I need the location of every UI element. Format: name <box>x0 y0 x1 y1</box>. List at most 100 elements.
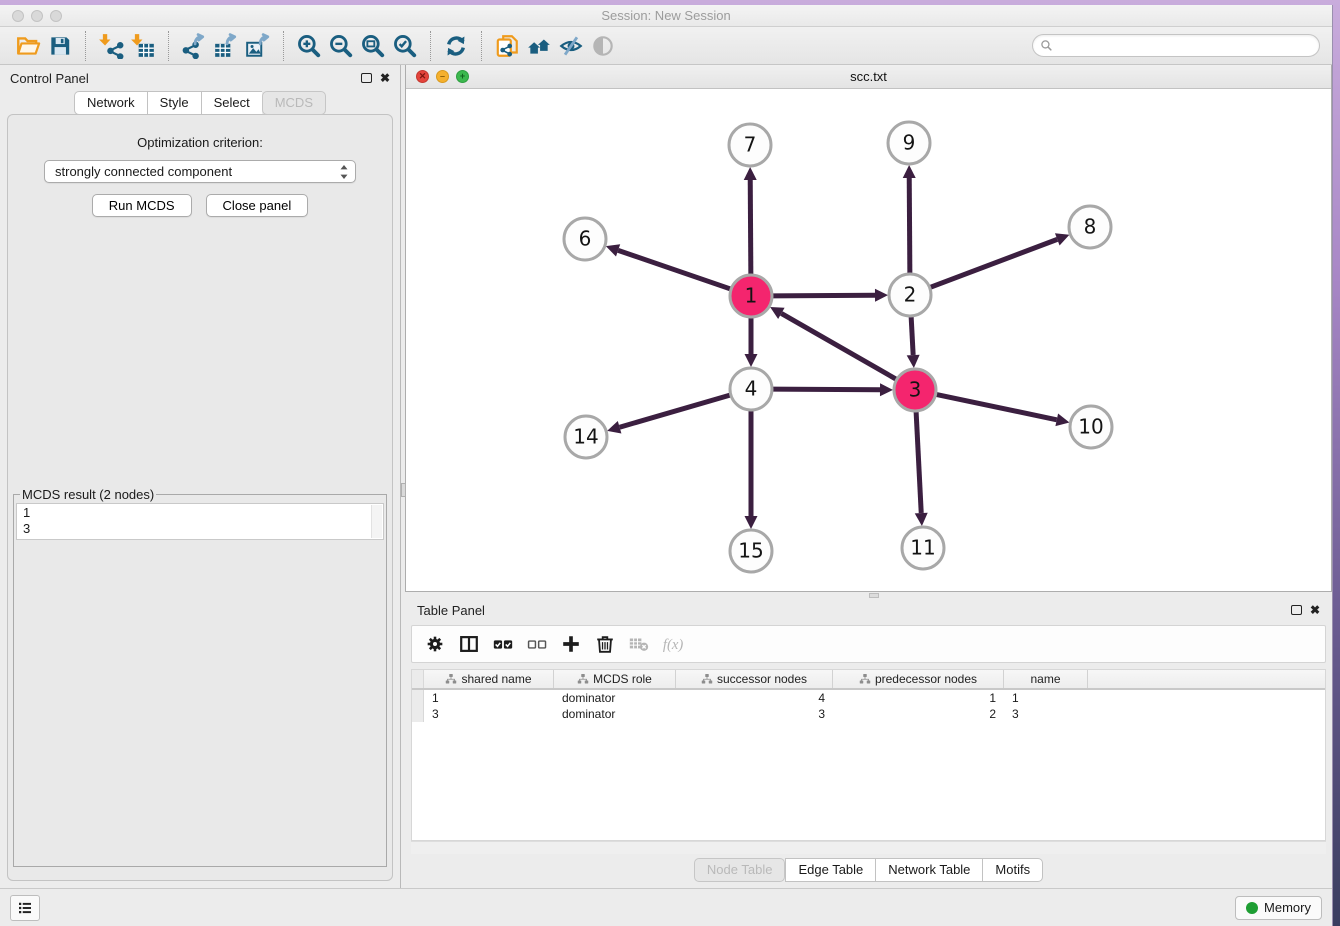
horizontal-splitter[interactable] <box>405 592 1332 598</box>
graph-edge-1-2[interactable] <box>772 295 875 296</box>
delete-table-icon[interactable] <box>624 630 654 658</box>
hide-selected-icon[interactable] <box>555 31 587 61</box>
table-cell[interactable]: 4 <box>676 690 833 706</box>
graph-edge-2-9[interactable] <box>909 178 910 274</box>
column-header-successor-nodes[interactable]: successor nodes <box>676 670 833 688</box>
graph-edge-3-11[interactable] <box>916 411 921 513</box>
table-cell[interactable]: 2 <box>833 706 1004 722</box>
zoom-out-icon[interactable] <box>325 31 357 61</box>
graph-node-label: 10 <box>1078 415 1103 439</box>
graph-node-label: 8 <box>1084 215 1097 239</box>
network-minimize-button[interactable]: – <box>436 70 449 83</box>
graph-edge-2-3[interactable] <box>911 316 913 355</box>
show-all-icon[interactable] <box>587 31 619 61</box>
close-panel-button[interactable]: Close panel <box>206 194 309 217</box>
table-toolbar: f(x) <box>411 625 1326 663</box>
graph-edge-arrow <box>607 421 621 433</box>
graph-node-label: 11 <box>910 536 935 560</box>
graph-edge-4-14[interactable] <box>620 395 731 427</box>
network-window-title: scc.txt <box>406 69 1331 84</box>
export-table-icon <box>213 33 239 59</box>
tab-network[interactable]: Network <box>74 91 147 115</box>
zoom-selected-icon[interactable] <box>389 31 421 61</box>
graph-edge-4-3[interactable] <box>772 389 880 390</box>
function-builder-icon[interactable]: f(x) <box>658 630 688 658</box>
deselect-all-icon[interactable] <box>522 630 552 658</box>
first-neighbors-icon[interactable] <box>523 31 555 61</box>
open-session-icon <box>15 33 41 59</box>
column-header-predecessor-nodes[interactable]: predecessor nodes <box>833 670 1004 688</box>
apply-layout-icon[interactable] <box>440 31 472 61</box>
optimization-criterion-select[interactable]: strongly connected component <box>44 160 356 183</box>
graph-node-label: 7 <box>744 133 757 157</box>
table-cell[interactable]: 1 <box>424 690 554 706</box>
zoom-in-icon[interactable] <box>293 31 325 61</box>
tab-select[interactable]: Select <box>201 91 262 115</box>
tree-attr-icon <box>701 673 713 685</box>
graph-edge-arrow <box>903 165 916 178</box>
memory-button[interactable]: Memory <box>1235 896 1322 920</box>
table-hscrollbar[interactable] <box>411 841 1326 854</box>
graph-node-label: 4 <box>745 377 758 401</box>
svg-text:f(x): f(x) <box>663 637 683 653</box>
network-maximize-button[interactable]: + <box>456 70 469 83</box>
table-cell[interactable]: 3 <box>676 706 833 722</box>
table-row[interactable]: 1dominator411 <box>412 690 1325 706</box>
float-panel-icon[interactable] <box>361 73 372 83</box>
table-cell[interactable]: 3 <box>1004 706 1088 722</box>
duplicate-network-icon <box>494 33 520 59</box>
tab-network-table[interactable]: Network Table <box>875 858 982 882</box>
vertical-splitter[interactable] <box>400 65 405 888</box>
graph-edge-3-1[interactable] <box>781 313 896 379</box>
table-cell[interactable]: 1 <box>1004 690 1088 706</box>
column-header-shared-name[interactable]: shared name <box>424 670 554 688</box>
network-close-button[interactable]: ✕ <box>416 70 429 83</box>
zoom-fit-icon[interactable] <box>357 31 389 61</box>
tab-mcds[interactable]: MCDS <box>262 91 326 115</box>
table-cell[interactable]: 3 <box>424 706 554 722</box>
column-header-name[interactable]: name <box>1004 670 1088 688</box>
import-table-icon[interactable] <box>127 31 159 61</box>
settings-gear-icon[interactable] <box>420 630 450 658</box>
graph-edge-2-8[interactable] <box>930 239 1058 287</box>
delete-entry-icon[interactable] <box>590 630 620 658</box>
import-network-icon[interactable] <box>95 31 127 61</box>
tab-motifs[interactable]: Motifs <box>982 858 1043 882</box>
table-cell[interactable]: dominator <box>554 706 676 722</box>
add-entry-icon[interactable] <box>556 630 586 658</box>
save-session-icon[interactable] <box>44 31 76 61</box>
graph-edge-arrow <box>745 516 758 529</box>
result-scrollbar[interactable] <box>371 505 382 538</box>
export-table-icon[interactable] <box>210 31 242 61</box>
duplicate-network-icon[interactable] <box>491 31 523 61</box>
function-builder-icon: f(x) <box>662 633 684 655</box>
tab-edge-table[interactable]: Edge Table <box>785 858 875 882</box>
splitter-grip[interactable] <box>869 593 879 598</box>
export-network-icon[interactable] <box>178 31 210 61</box>
mcds-result-text[interactable]: 13 <box>16 503 384 540</box>
select-all-icon[interactable] <box>488 630 518 658</box>
run-mcds-button[interactable]: Run MCDS <box>92 194 192 217</box>
search-field[interactable] <box>1032 34 1320 57</box>
tab-style[interactable]: Style <box>147 91 201 115</box>
open-session-icon[interactable] <box>12 31 44 61</box>
table-cell[interactable]: 1 <box>833 690 1004 706</box>
save-session-icon <box>47 33 73 59</box>
tab-node-table[interactable]: Node Table <box>694 858 786 882</box>
table-empty-area <box>412 722 1325 840</box>
table-row[interactable]: 3dominator323 <box>412 706 1325 722</box>
network-canvas[interactable]: 7968124314101511 <box>406 89 1331 591</box>
column-header-MCDS-role[interactable]: MCDS role <box>554 670 676 688</box>
column-layout-icon[interactable] <box>454 630 484 658</box>
table-cell[interactable]: dominator <box>554 690 676 706</box>
search-input[interactable] <box>1057 39 1312 53</box>
close-panel-icon[interactable]: ✖ <box>380 72 390 84</box>
task-history-button[interactable] <box>10 895 40 921</box>
float-panel-icon[interactable] <box>1291 605 1302 615</box>
graph-edge-1-6[interactable] <box>618 250 731 289</box>
export-image-icon[interactable] <box>242 31 274 61</box>
close-panel-icon[interactable]: ✖ <box>1310 604 1320 616</box>
graph-edge-3-10[interactable] <box>936 394 1057 419</box>
graph-edge-1-7[interactable] <box>750 180 751 275</box>
show-all-icon <box>590 33 616 59</box>
